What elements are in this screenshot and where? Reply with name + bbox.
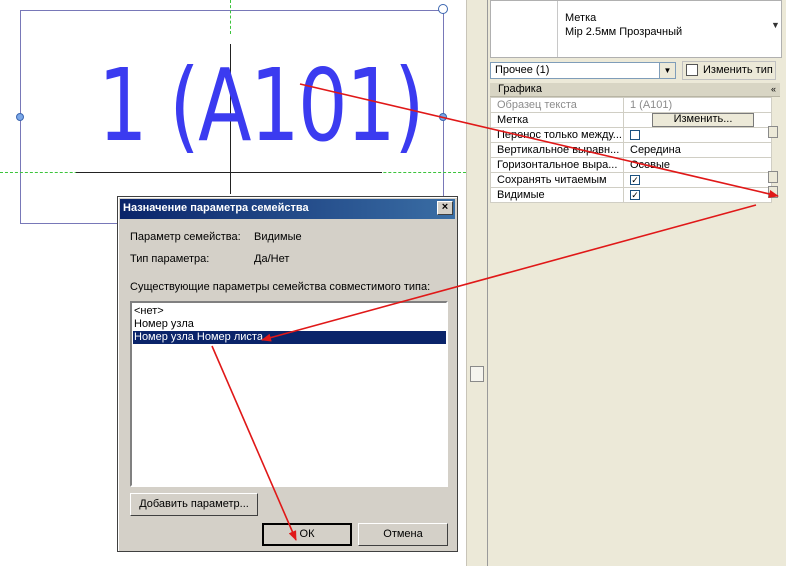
property-value[interactable]: Середина — [623, 142, 772, 158]
property-name: Метка — [490, 112, 624, 128]
dialog-title: Назначение параметра семейства — [123, 202, 309, 214]
group-header-label: Графика — [498, 83, 542, 95]
edit-type-label: Изменить тип — [703, 64, 773, 76]
visible-checkbox[interactable]: ✓ — [630, 190, 640, 201]
list-item[interactable]: Номер узла — [133, 318, 446, 331]
rotate-grip-icon[interactable] — [438, 4, 448, 14]
table-row[interactable]: Метка Изменить... — [490, 112, 772, 128]
param-value: Видимые — [254, 231, 302, 243]
table-row[interactable]: Вертикальное выравн... Середина — [490, 142, 772, 158]
property-name: Сохранять читаемым — [490, 172, 624, 188]
property-name: Видимые — [490, 187, 624, 203]
table-row[interactable]: Сохранять читаемым ✓ — [490, 172, 772, 188]
property-value[interactable]: Осевые — [623, 157, 772, 173]
type-name: Мір 2.5мм Прозрачный — [565, 26, 683, 38]
table-row[interactable]: Перенос только между... — [490, 127, 772, 143]
splitter-handle[interactable] — [470, 366, 484, 382]
existing-params-list[interactable]: <нет> Номер узла Номер узла Номер листа — [130, 301, 448, 487]
param-label: Параметр семейства: — [130, 231, 241, 243]
associate-parameter-button[interactable] — [768, 171, 778, 183]
wrap-checkbox[interactable] — [630, 130, 640, 141]
reference-line-horizontal — [76, 172, 382, 173]
grip-right[interactable] — [439, 113, 447, 121]
type-selector[interactable]: Метка Мір 2.5мм Прозрачный ▼ — [490, 0, 782, 58]
property-value: 1 (A101) — [623, 97, 772, 113]
edit-label-button[interactable]: Изменить... — [652, 113, 754, 127]
collapse-icon[interactable]: « — [771, 83, 776, 96]
list-item-selected[interactable]: Номер узла Номер листа — [133, 331, 446, 344]
tag-label-preview[interactable]: 1 (A101) — [98, 56, 425, 156]
property-name: Вертикальное выравн... — [490, 142, 624, 158]
table-row[interactable]: Образец текста 1 (A101) — [490, 97, 772, 113]
type-label: Тип параметра: — [130, 253, 210, 265]
edit-type-icon — [686, 64, 698, 76]
category-filter-combo[interactable]: Прочее (1) ▼ — [490, 62, 676, 79]
properties-grid: Образец текста 1 (A101) Метка Изменить..… — [490, 97, 772, 203]
group-header-graphics[interactable]: Графика « — [490, 83, 780, 97]
panel-splitter[interactable] — [466, 0, 488, 566]
chevron-down-icon[interactable]: ▼ — [771, 20, 780, 30]
category-filter-value: Прочее (1) — [495, 64, 550, 76]
ok-button[interactable]: ОК — [262, 523, 352, 546]
table-row[interactable]: Видимые ✓ — [490, 187, 772, 203]
list-item[interactable]: <нет> — [133, 305, 446, 318]
associate-parameter-button-visible[interactable] — [768, 186, 778, 198]
property-name: Образец текста — [490, 97, 624, 113]
type-preview-thumbnail — [491, 1, 558, 57]
table-row[interactable]: Горизонтальное выра... Осевые — [490, 157, 772, 173]
chevron-down-icon[interactable]: ▼ — [659, 63, 675, 78]
family-parameter-dialog: Назначение параметра семейства × Парамет… — [117, 196, 458, 552]
type-family-name: Метка — [565, 12, 597, 24]
dialog-titlebar[interactable]: Назначение параметра семейства × — [120, 199, 455, 219]
existing-params-label: Существующие параметры семейства совмест… — [130, 281, 431, 293]
property-name: Перенос только между... — [490, 127, 624, 143]
close-icon[interactable]: × — [437, 201, 453, 215]
reference-plane-vertical — [230, 0, 231, 34]
type-value: Да/Нет — [254, 253, 290, 265]
associate-parameter-button[interactable] — [768, 126, 778, 138]
grip-left[interactable] — [16, 113, 24, 121]
add-parameter-button[interactable]: Добавить параметр... — [130, 493, 258, 516]
cancel-button[interactable]: Отмена — [358, 523, 448, 546]
edit-type-button[interactable]: Изменить тип — [682, 61, 776, 80]
keep-readable-checkbox[interactable]: ✓ — [630, 175, 640, 186]
property-name: Горизонтальное выра... — [490, 157, 624, 173]
properties-palette: Метка Мір 2.5мм Прозрачный ▼ Прочее (1) … — [488, 0, 786, 566]
